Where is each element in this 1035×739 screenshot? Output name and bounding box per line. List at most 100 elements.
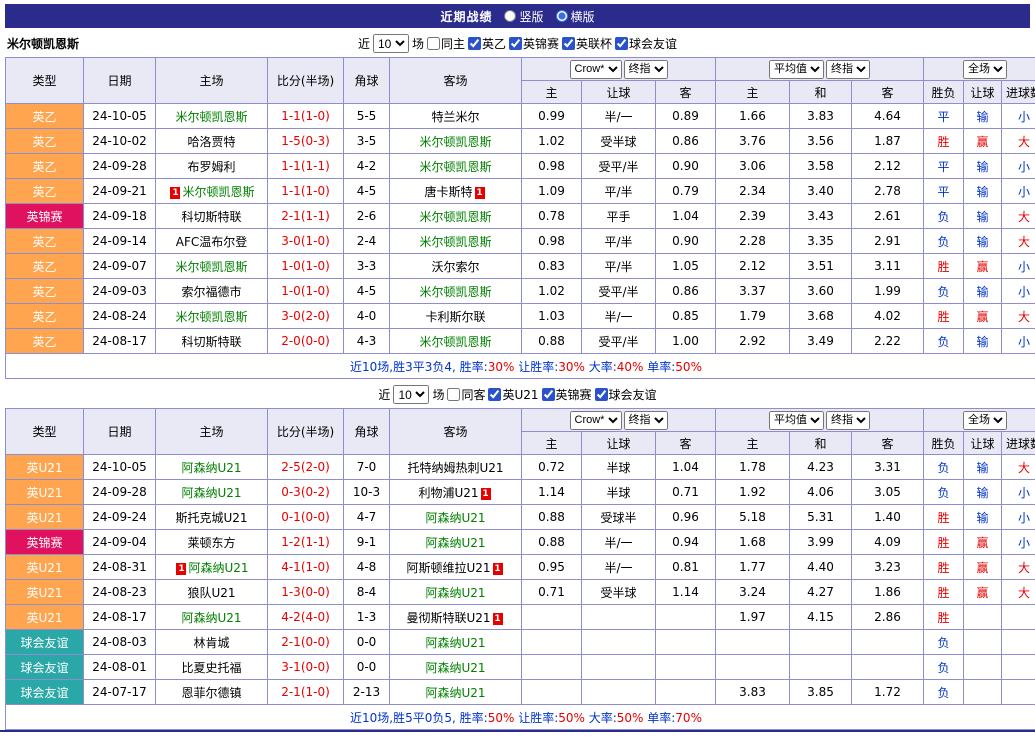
match-row: 英乙24-09-14AFC温布尔登3-0(1-0)2-4米尔顿凯恩斯0.98平/… bbox=[6, 229, 1035, 254]
team-link[interactable]: 阿森纳U21 bbox=[425, 636, 485, 650]
team-link[interactable]: 特兰米尔 bbox=[431, 110, 479, 124]
view-radio-vertical[interactable] bbox=[504, 10, 516, 22]
team-link[interactable]: 米尔顿凯恩斯 bbox=[419, 285, 491, 299]
team-link[interactable]: 米尔顿凯恩斯 bbox=[182, 185, 254, 199]
view-radio-horizontal[interactable] bbox=[556, 10, 568, 22]
team-link[interactable]: 米尔顿凯恩斯 bbox=[419, 235, 491, 249]
team-link[interactable]: 阿斯顿维拉U21 bbox=[406, 561, 490, 575]
cell-odds-home: 0.98 bbox=[522, 229, 582, 254]
cell-score: 4-2(4-0) bbox=[268, 605, 344, 630]
team-link[interactable]: 托特纳姆热刺U21 bbox=[407, 461, 503, 475]
cell-odds-away: 0.94 bbox=[656, 530, 716, 555]
same-side-checkbox[interactable] bbox=[427, 37, 440, 50]
team-link[interactable]: 索尔福德市 bbox=[181, 285, 241, 299]
team-link[interactable]: 斯托克城U21 bbox=[175, 511, 247, 525]
cell-result-handicap: 输 bbox=[964, 154, 1002, 179]
team-link[interactable]: 哈洛贾特 bbox=[187, 135, 235, 149]
team-link[interactable]: 阿森纳U21 bbox=[425, 536, 485, 550]
cell-league-type: 英U21 bbox=[6, 455, 84, 480]
team-link[interactable]: 米尔顿凯恩斯 bbox=[419, 335, 491, 349]
team-link[interactable]: 莱顿东方 bbox=[187, 536, 235, 550]
cell-league-type: 英乙 bbox=[6, 104, 84, 129]
odds-select[interactable]: 平均值 bbox=[769, 60, 824, 79]
league-filter[interactable]: 球会友谊 bbox=[595, 386, 657, 403]
team-link[interactable]: 阿森纳U21 bbox=[181, 461, 241, 475]
team-link[interactable]: 唐卡斯特 bbox=[424, 185, 472, 199]
team-link[interactable]: 米尔顿凯恩斯 bbox=[175, 310, 247, 324]
view-option-vertical[interactable]: 竖版 bbox=[504, 8, 543, 25]
league-checkbox[interactable] bbox=[562, 37, 575, 50]
league-checkbox[interactable] bbox=[488, 388, 501, 401]
odds-select[interactable]: 终指 bbox=[624, 411, 668, 430]
cell-away-team: 米尔顿凯恩斯 bbox=[390, 154, 522, 179]
col-header: 比分(半场) bbox=[268, 58, 344, 104]
odds-select[interactable]: 终指 bbox=[826, 411, 870, 430]
cell-avg-draw: 3.43 bbox=[790, 204, 852, 229]
odds-select[interactable]: 终指 bbox=[826, 60, 870, 79]
team-link[interactable]: 沃尔索尔 bbox=[431, 260, 479, 274]
team-link[interactable]: 阿森纳U21 bbox=[425, 586, 485, 600]
team-link[interactable]: 米尔顿凯恩斯 bbox=[175, 260, 247, 274]
team-link[interactable]: 林肯城 bbox=[193, 636, 229, 650]
team-link[interactable]: 阿森纳U21 bbox=[425, 511, 485, 525]
cell-result-goals bbox=[1002, 655, 1035, 680]
league-filter[interactable]: 英锦赛 bbox=[542, 386, 592, 403]
team-link[interactable]: 科切斯特联 bbox=[181, 210, 241, 224]
team-link[interactable]: 狼队U21 bbox=[187, 586, 235, 600]
same-side-checkbox[interactable] bbox=[447, 388, 460, 401]
odds-select[interactable]: 平均值 bbox=[769, 411, 824, 430]
league-checkbox[interactable] bbox=[542, 388, 555, 401]
cell-odds-handicap bbox=[582, 605, 656, 630]
odds-select[interactable]: 终指 bbox=[624, 60, 668, 79]
sub-col-header: 让球 bbox=[964, 432, 1002, 455]
cell-avg-home: 1.79 bbox=[716, 304, 790, 329]
team-link[interactable]: 米尔顿凯恩斯 bbox=[419, 135, 491, 149]
league-checkbox[interactable] bbox=[468, 37, 481, 50]
view-option-horizontal[interactable]: 横版 bbox=[556, 8, 595, 25]
sub-col-header: 让球 bbox=[582, 81, 656, 104]
team-link[interactable]: 阿森纳U21 bbox=[188, 561, 248, 575]
team-link[interactable]: 恩菲尔德镇 bbox=[181, 686, 241, 700]
team-link[interactable]: 阿森纳U21 bbox=[425, 661, 485, 675]
team-link[interactable]: 米尔顿凯恩斯 bbox=[175, 110, 247, 124]
summary-segment: 单率: bbox=[643, 360, 675, 374]
league-checkbox[interactable] bbox=[615, 37, 628, 50]
team-link[interactable]: 阿森纳U21 bbox=[425, 686, 485, 700]
league-filter[interactable]: 球会友谊 bbox=[615, 35, 677, 52]
team-link[interactable]: 布罗姆利 bbox=[187, 160, 235, 174]
league-filter[interactable]: 英乙 bbox=[468, 35, 506, 52]
team-link[interactable]: 利物浦U21 bbox=[418, 486, 478, 500]
league-checkbox[interactable] bbox=[509, 37, 522, 50]
recent-count-select[interactable]: 10 bbox=[373, 34, 409, 53]
team-link[interactable]: 米尔顿凯恩斯 bbox=[419, 160, 491, 174]
odds-select[interactable]: 全场 bbox=[963, 411, 1007, 430]
team-link[interactable]: 科切斯特联 bbox=[181, 335, 241, 349]
team-link[interactable]: 比夏史托福 bbox=[181, 661, 241, 675]
league-filter[interactable]: 英联杯 bbox=[562, 35, 612, 52]
team-link[interactable]: 阿森纳U21 bbox=[181, 611, 241, 625]
team-link[interactable]: 曼彻斯特联U21 bbox=[406, 611, 490, 625]
odds-select[interactable]: 全场 bbox=[963, 60, 1007, 79]
team-link[interactable]: AFC温布尔登 bbox=[176, 235, 248, 249]
team-link[interactable]: 米尔顿凯恩斯 bbox=[419, 210, 491, 224]
cell-away-team: 米尔顿凯恩斯 bbox=[390, 129, 522, 154]
cell-odds-home bbox=[522, 680, 582, 705]
league-filter[interactable]: 英U21 bbox=[488, 386, 538, 403]
sub-col-header: 让球 bbox=[582, 432, 656, 455]
cell-score: 3-0(1-0) bbox=[268, 229, 344, 254]
red-card-badge: 1 bbox=[170, 187, 180, 199]
cell-score: 2-5(2-0) bbox=[268, 455, 344, 480]
odds-select[interactable]: Crow* bbox=[570, 411, 622, 430]
cell-avg-draw: 3.51 bbox=[790, 254, 852, 279]
league-checkbox[interactable] bbox=[595, 388, 608, 401]
cell-result-handicap: 输 bbox=[964, 229, 1002, 254]
team-link[interactable]: 阿森纳U21 bbox=[181, 486, 241, 500]
same-side-filter[interactable]: 同主 bbox=[427, 35, 465, 52]
odds-select[interactable]: Crow* bbox=[570, 60, 622, 79]
same-side-filter[interactable]: 同客 bbox=[447, 386, 485, 403]
recent-count-select[interactable]: 10 bbox=[393, 385, 429, 404]
league-filter[interactable]: 英锦赛 bbox=[509, 35, 559, 52]
cell-odds-handicap: 受平/半 bbox=[582, 154, 656, 179]
cell-odds-handicap: 半/一 bbox=[582, 104, 656, 129]
team-link[interactable]: 卡利斯尔联 bbox=[425, 310, 485, 324]
